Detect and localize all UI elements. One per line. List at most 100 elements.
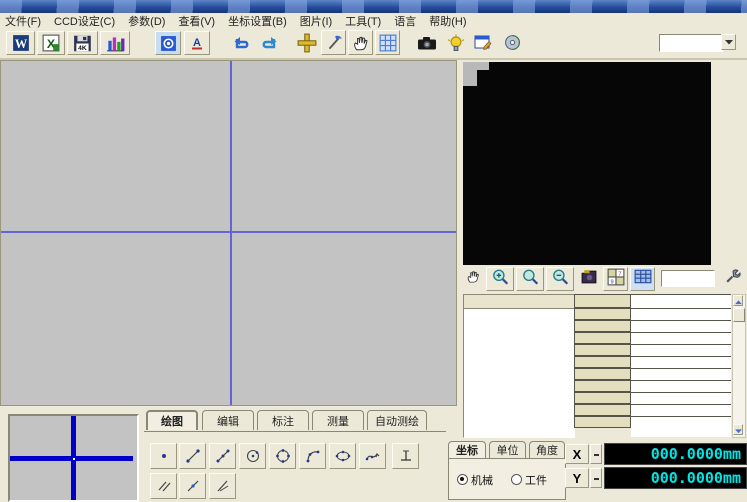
circle-center-tool-button[interactable] [239,443,266,469]
tab-angle[interactable]: 角度 [529,441,565,458]
video-capture-button[interactable] [577,267,601,291]
menu-parameters[interactable]: 参数(D) [128,13,165,29]
element-listbox[interactable] [463,308,575,438]
axis-x-button[interactable]: X [565,444,589,464]
video-quadrant-button[interactable]: 79 [603,267,628,291]
value-cell[interactable] [631,369,731,381]
tab-measure[interactable]: 测量 [312,410,364,430]
video-settings-button[interactable] [720,267,744,291]
property-cell[interactable] [574,344,631,356]
undo-icon [232,35,250,51]
redo-button[interactable] [257,31,283,55]
tab-auto-trace[interactable]: 自动测绘 [367,410,427,430]
report-chart-button[interactable] [100,31,130,55]
value-cell[interactable] [631,345,731,357]
angle-lines-tool-button[interactable] [209,473,236,499]
undo-button[interactable] [228,31,254,55]
menu-language[interactable]: 语言 [394,13,416,29]
font-button[interactable]: A [184,31,210,55]
value-cell[interactable] [631,333,731,345]
value-cell[interactable] [631,357,731,369]
property-cell[interactable] [574,368,631,380]
ellipse-tool-button[interactable] [329,443,356,469]
line-tool-button[interactable] [179,443,206,469]
axis-y-button[interactable]: Y [565,468,589,488]
circle-points-tool-button[interactable] [269,443,296,469]
value-cell[interactable] [631,393,731,405]
axis-y-zero-button[interactable] [590,468,602,488]
tab-draw[interactable]: 绘图 [146,410,198,430]
magnification-select[interactable] [659,34,723,52]
radio-workpiece[interactable]: 工件 [511,472,547,488]
tab-units[interactable]: 单位 [489,441,526,458]
point-tool-button[interactable] [150,443,177,469]
dro-y-value: 000.0000mm [651,469,741,487]
midpoint-line-tool-button[interactable] [179,473,206,499]
tab-coordinates[interactable]: 坐标 [448,441,486,458]
spline-tool-button[interactable] [359,443,386,469]
canvas-crosshair-horizontal [1,231,456,233]
combo-dropdown-button[interactable] [721,34,736,50]
ccd-view-button[interactable] [155,31,181,55]
value-cell[interactable] [631,309,731,321]
camera-icon [417,35,437,51]
pan-hand-icon [352,34,370,52]
menu-coordinate-settings[interactable]: 坐标设置(B) [228,13,287,29]
menu-view[interactable]: 查看(V) [178,13,215,29]
pan-button[interactable] [348,30,373,55]
value-cell[interactable] [631,321,731,333]
video-zoom-in-button[interactable] [486,267,514,291]
axis-x-zero-button[interactable] [590,444,602,464]
ccd-video-view[interactable] [463,62,711,265]
video-pan-button[interactable] [463,268,484,290]
menu-picture[interactable]: 图片(I) [300,13,332,29]
scroll-down-button[interactable] [733,424,743,435]
language-globe-button[interactable] [499,30,525,55]
radio-workpiece-dot[interactable] [511,474,522,485]
window-edit-button[interactable] [470,30,496,55]
value-cell[interactable] [631,381,731,393]
property-cell[interactable] [574,404,631,416]
video-zoom-fit-button[interactable] [516,267,544,291]
property-cell[interactable] [574,332,631,344]
arc-tool-button[interactable] [299,443,326,469]
menu-ccd-setup[interactable]: CCD设定(C) [54,13,115,29]
save-icon: 4K [73,34,93,53]
crosshair-button[interactable] [294,30,319,55]
video-zoom-out-button[interactable] [546,267,574,291]
property-cell[interactable] [574,380,631,392]
polyline-tool-icon [215,448,231,464]
polyline-tool-button[interactable] [209,443,236,469]
drawing-canvas[interactable] [0,60,457,406]
radio-machine[interactable]: 机械 [457,472,493,488]
scroll-thumb[interactable] [733,308,745,322]
property-cell[interactable] [574,294,631,308]
save-button[interactable]: 4K [67,31,98,55]
property-cell[interactable] [574,392,631,404]
property-cell[interactable] [574,320,631,332]
tab-edit[interactable]: 编辑 [202,410,254,430]
tab-dimension[interactable]: 标注 [257,410,309,430]
grid-button[interactable] [375,30,400,55]
value-cell[interactable] [631,295,731,309]
video-value-input[interactable] [661,270,715,287]
snapshot-button[interactable] [413,30,441,55]
export-excel-button[interactable]: X [37,31,65,55]
video-table-button[interactable] [630,267,655,291]
probe-button[interactable] [321,30,346,55]
chevron-down-icon [725,39,733,45]
perpendicular-tool-button[interactable] [392,443,419,469]
radio-machine-dot[interactable] [457,474,468,485]
light-button[interactable] [444,30,468,55]
export-word-button[interactable]: W [6,31,35,55]
scroll-up-button[interactable] [733,295,743,306]
property-cell[interactable] [574,416,631,428]
menu-file[interactable]: 文件(F) [5,13,41,29]
menu-tools[interactable]: 工具(T) [345,13,381,29]
value-cell[interactable] [631,405,731,417]
table-scrollbar[interactable] [732,294,746,438]
parallel-lines-tool-button[interactable] [150,473,177,499]
property-cell[interactable] [574,356,631,368]
menu-help[interactable]: 帮助(H) [429,13,466,29]
property-cell[interactable] [574,308,631,320]
